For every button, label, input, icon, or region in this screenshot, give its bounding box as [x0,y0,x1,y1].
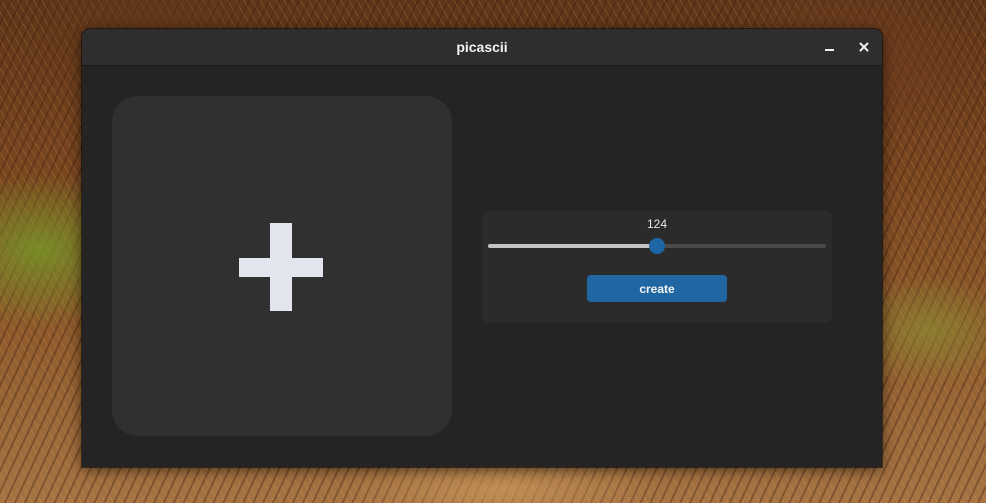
create-button[interactable]: create [587,275,727,302]
minimize-button[interactable] [820,37,840,57]
settings-panel: 124 create [482,211,832,323]
slider-fill [488,244,657,248]
threshold-slider[interactable] [488,237,826,255]
minimize-icon [825,49,834,51]
image-picker-button[interactable] [112,96,452,436]
close-icon [859,42,869,52]
window-content: 124 create [82,66,882,467]
app-window: picascii 124 create [82,29,882,467]
title-bar[interactable]: picascii [82,29,882,66]
desktop-wallpaper: picascii 124 create [0,0,986,503]
slider-thumb[interactable] [649,238,665,254]
window-title: picascii [456,39,508,55]
plus-icon [239,223,323,311]
slider-value-label: 124 [646,217,668,231]
close-button[interactable] [854,37,874,57]
